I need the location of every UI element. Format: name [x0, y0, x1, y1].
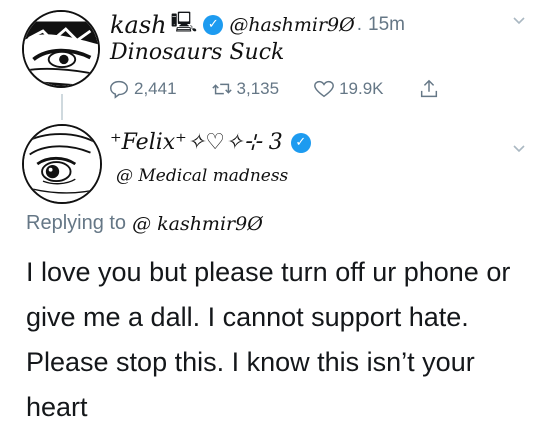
felix-avatar-drawing	[24, 126, 100, 202]
reply-button[interactable]: 2,441	[108, 78, 177, 100]
replying-to-label: Replying to	[26, 212, 127, 234]
reply-display-name[interactable]: ⁺Felix⁺✧♡✧⊹ 3	[110, 130, 283, 155]
retweet-count: 3,135	[236, 79, 280, 98]
share-button[interactable]	[418, 78, 444, 100]
replying-to-handle[interactable]: @ kashmir9Ø	[132, 213, 263, 235]
retweet-button[interactable]: 3,135	[211, 78, 280, 100]
like-button[interactable]: 19.9K	[313, 78, 384, 100]
reply-chevron-down-icon[interactable]	[512, 142, 526, 156]
reply-handle[interactable]: @ Medical madness	[116, 166, 288, 186]
verified-badge-icon: ✓	[203, 15, 224, 35]
thread-connector	[61, 94, 63, 120]
tweet-actions: 2,441 3,135 19.9K	[108, 78, 444, 100]
display-name[interactable]: kash	[110, 11, 167, 39]
felix-avatar[interactable]	[22, 124, 102, 204]
tweet-header: kash 🖳 ✓ @hashmir9Ø . 15m	[110, 8, 405, 42]
reply-count: 2,441	[134, 79, 177, 98]
time-separator: .	[356, 14, 362, 35]
reply-verified-badge-icon: ✓	[290, 132, 311, 153]
kash-avatar[interactable]	[22, 10, 100, 88]
retweet-icon	[211, 83, 232, 95]
like-count: 19.9K	[339, 79, 384, 98]
replying-to: Replying to @ kashmir9Ø	[26, 212, 263, 235]
heart-icon	[314, 80, 334, 98]
kash-avatar-drawing	[24, 12, 98, 86]
chevron-down-icon[interactable]	[512, 14, 526, 28]
tweet-text: Dinosaurs Suck	[110, 40, 285, 65]
reply-header: ⁺Felix⁺✧♡✧⊹ 3 ✓	[110, 130, 311, 155]
share-icon	[420, 79, 437, 98]
timestamp[interactable]: 15m	[368, 14, 405, 36]
reply-icon	[110, 80, 128, 99]
reply-text: I love you but please turn off ur phone …	[26, 257, 511, 422]
handle[interactable]: @hashmir9Ø	[229, 14, 354, 36]
computer-emoji-icon: 🖳	[170, 10, 198, 34]
